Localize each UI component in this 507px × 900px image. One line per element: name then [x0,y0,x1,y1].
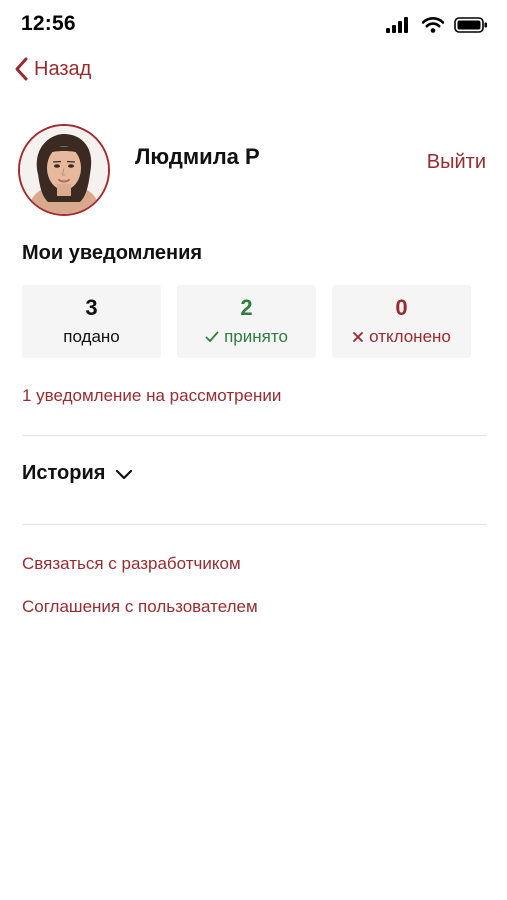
stat-value: 0 [395,295,408,320]
signal-icon [386,17,408,33]
stat-card-accepted[interactable]: 2 принято [177,285,316,358]
avatar [18,124,110,216]
chevron-left-icon [15,57,28,81]
stat-label: отклонено [369,327,451,346]
stat-label: принято [224,327,288,346]
user-name: Людмила Р [135,144,260,169]
wifi-icon [422,17,444,33]
stat-label-wrap: отклонено [332,326,471,348]
stat-label-wrap: принято [177,326,316,348]
stat-card-submitted[interactable]: 3 подано [22,285,161,358]
history-toggle[interactable]: История [22,462,133,485]
back-button[interactable]: Назад [14,54,91,84]
user-photo [20,126,108,214]
divider [22,524,487,525]
stat-label-wrap: подано [22,326,161,348]
status-time: 12:56 [21,12,76,35]
user-agreements-link[interactable]: Соглашения с пользователем [22,597,258,617]
divider [22,435,487,436]
back-label: Назад [34,57,92,80]
status-bar: 12:56 [0,0,507,52]
battery-icon [454,17,487,33]
pending-notifications-link[interactable]: 1 уведомление на рассмотрении [22,386,281,406]
logout-button[interactable]: Выйти [427,151,486,174]
stat-label: подано [63,327,120,346]
cross-icon [353,332,364,342]
stat-value: 3 [85,295,98,320]
stat-card-rejected[interactable]: 0 отклонено [332,285,471,358]
history-label: История [22,462,106,484]
chevron-down-icon [116,469,133,479]
contact-developer-link[interactable]: Связаться с разработчиком [22,554,241,574]
notification-stats: 3 подано 2 принято 0 отклонено [22,285,471,358]
status-icons [386,15,488,35]
notifications-title: Мои уведомления [22,242,203,264]
stat-value: 2 [240,295,253,320]
check-icon [205,331,219,342]
